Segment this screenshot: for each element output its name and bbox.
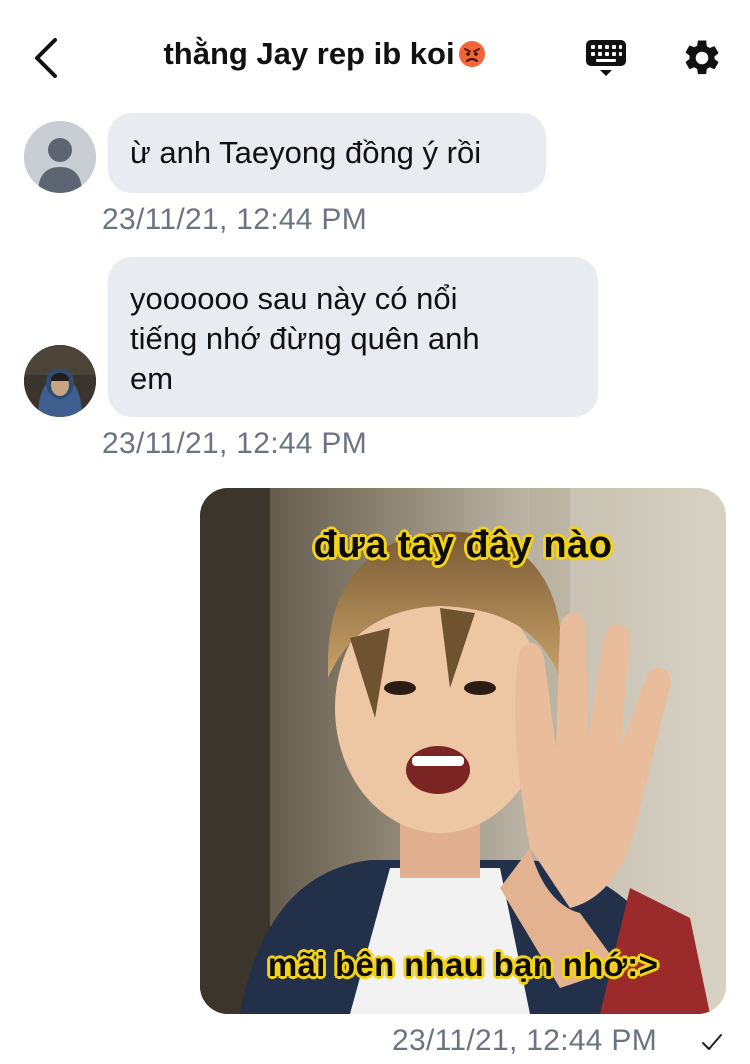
user-photo-avatar-icon [24,345,96,417]
message-bubble[interactable]: yoooooo sau này có nổi tiếng nhớ đừng qu… [108,257,598,417]
image-message[interactable]: đưa tay đây nào mãi bên nhau bạn nhớ:> [200,488,726,1014]
message-timestamp: 23/11/21, 12:44 PM [392,1024,658,1057]
keyboard-icon [586,40,626,76]
message-bubble[interactable]: ừ anh Taeyong đồng ý rồi [108,113,546,193]
angry-face-emoji-icon [458,41,485,67]
message-timestamp: 23/11/21, 12:44 PM [102,427,368,460]
avatar-default[interactable] [24,121,96,193]
message-text-line: tiếng nhớ đừng quên anh [130,321,480,356]
message-text-line: em [130,361,174,396]
avatar-photo[interactable] [24,345,96,417]
message-text-line: yoooooo sau này có nổi [130,281,458,316]
back-button[interactable] [24,34,68,82]
meme-caption-top: đưa tay đây nào [313,524,613,566]
meme-caption-bottom: mãi bên nhau bạn nhớ:> [267,946,659,983]
keyboard-button[interactable] [580,34,632,82]
chat-header: thằng Jay rep ib koi [0,0,750,116]
message-timestamp: 23/11/21, 12:44 PM [102,203,368,236]
checkmark-icon [702,1034,722,1050]
default-avatar-icon [24,121,96,193]
conversation-title[interactable]: thằng Jay rep ib koi [140,36,510,72]
message-text: ừ anh Taeyong đồng ý rồi [130,135,482,170]
settings-button[interactable] [676,32,728,84]
chevron-left-icon [35,38,57,78]
gear-icon [685,40,719,75]
conversation-title-text: thằng Jay rep ib koi [163,36,455,71]
